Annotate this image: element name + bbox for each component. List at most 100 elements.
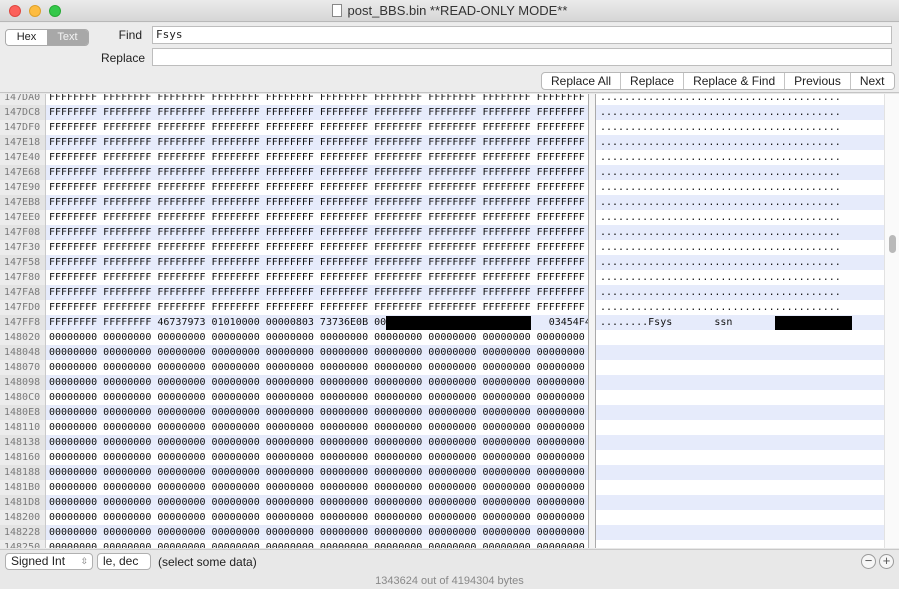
ascii-row[interactable]: ........................................ — [596, 270, 884, 285]
hex-row[interactable]: FFFFFFFF FFFFFFFF FFFFFFFF FFFFFFFF FFFF… — [46, 150, 588, 165]
hex-row[interactable]: FFFFFFFF FFFFFFFF FFFFFFFF FFFFFFFF FFFF… — [46, 94, 588, 105]
hex-row[interactable]: FFFFFFFF FFFFFFFF FFFFFFFF FFFFFFFF FFFF… — [46, 210, 588, 225]
row-offset: 1480C0 — [4, 392, 41, 403]
hex-row[interactable]: FFFFFFFF FFFFFFFF FFFFFFFF FFFFFFFF FFFF… — [46, 195, 588, 210]
ascii-row[interactable] — [596, 405, 884, 420]
ascii-row[interactable]: ........................................ — [596, 94, 884, 105]
ascii-row[interactable] — [596, 390, 884, 405]
ascii-row[interactable]: ........................................ — [596, 255, 884, 270]
redaction-block — [775, 316, 852, 330]
row-offset: 148160 — [4, 452, 41, 463]
hex-row[interactable]: 00000000 00000000 00000000 00000000 0000… — [46, 495, 588, 510]
ascii-row[interactable] — [596, 525, 884, 540]
ascii-row[interactable]: ........................................ — [596, 150, 884, 165]
ascii-row[interactable] — [596, 465, 884, 480]
remove-line-button[interactable]: − — [861, 554, 876, 569]
replace-all-button[interactable]: Replace All — [542, 73, 622, 89]
ascii-row[interactable] — [596, 435, 884, 450]
ascii-row[interactable]: ........................................ — [596, 225, 884, 240]
ascii-row[interactable] — [596, 345, 884, 360]
hex-row[interactable]: 00000000 00000000 00000000 00000000 0000… — [46, 465, 588, 480]
hex-row[interactable]: 00000000 00000000 00000000 00000000 0000… — [46, 360, 588, 375]
selection-value: (select some data) — [158, 555, 257, 569]
hex-row[interactable]: 00000000 00000000 00000000 00000000 0000… — [46, 450, 588, 465]
hex-pane[interactable]: FFFFFFFF FFFFFFFF FFFFFFFF FFFFFFFF FFFF… — [46, 94, 597, 548]
ascii-row[interactable]: ........................................ — [596, 165, 884, 180]
vertical-scrollbar[interactable] — [884, 94, 899, 548]
byte-count-status: 1343624 out of 4194304 bytes — [375, 575, 524, 587]
row-offset: 147DC8 — [0, 105, 45, 120]
row-offset: 147F58 — [0, 255, 45, 270]
hex-row[interactable]: FFFFFFFF FFFFFFFF FFFFFFFF FFFFFFFF FFFF… — [46, 300, 588, 315]
ascii-row[interactable]: ........................................ — [596, 180, 884, 195]
scrollbar-thumb[interactable] — [889, 235, 896, 253]
ascii-row[interactable]: ........................................ — [596, 210, 884, 225]
hex-mode-segment[interactable]: Hex — [6, 30, 47, 45]
hex-row[interactable]: 00000000 00000000 00000000 00000000 0000… — [46, 390, 588, 405]
hex-row[interactable]: 00000000 00000000 00000000 00000000 0000… — [46, 345, 588, 360]
ascii-row[interactable]: ........................................ — [596, 135, 884, 150]
hex-row[interactable]: 00000000 00000000 00000000 00000000 0000… — [46, 435, 588, 450]
find-replace-buttons: Replace All Replace Replace & Find Previ… — [541, 72, 895, 90]
ascii-row[interactable] — [596, 375, 884, 390]
number-format-value: Signed Int — [11, 554, 66, 568]
row-offset: 148138 — [0, 435, 45, 450]
replace-button[interactable]: Replace — [621, 73, 685, 89]
hex-row[interactable]: FFFFFFFF FFFFFFFF FFFFFFFF FFFFFFFF FFFF… — [46, 270, 588, 285]
hex-row[interactable]: FFFFFFFF FFFFFFFF FFFFFFFF FFFFFFFF FFFF… — [46, 135, 588, 150]
row-offset: 147DF0 — [4, 122, 41, 133]
offset-gutter: 147DA0 147DC8 147DF0 147E18 147E40 147E68 147E… — [0, 94, 46, 548]
ascii-row[interactable]: ........................................ — [596, 195, 884, 210]
row-offset: 148020 — [4, 332, 41, 343]
hex-row[interactable]: 00000000 00000000 00000000 00000000 0000… — [46, 510, 588, 525]
ascii-row[interactable] — [596, 450, 884, 465]
row-offset: 148228 — [0, 525, 45, 540]
hex-row[interactable]: 00000000 00000000 00000000 00000000 0000… — [46, 375, 588, 390]
hex-row[interactable]: FFFFFFFF FFFFFFFF FFFFFFFF FFFFFFFF FFFF… — [46, 255, 588, 270]
window-title-text: post_BBS.bin **READ-ONLY MODE** — [347, 3, 568, 18]
ascii-row[interactable] — [596, 510, 884, 525]
find-replace-bar: Hex Text Find Fsys Replace Replace All R… — [0, 23, 899, 93]
ascii-row[interactable] — [596, 360, 884, 375]
hex-row[interactable]: FFFFFFFF FFFFFFFF FFFFFFFF FFFFFFFF FFFF… — [46, 240, 588, 255]
ascii-row[interactable]: ........................................ — [596, 105, 884, 120]
row-offset: 148048 — [0, 345, 45, 360]
redaction-block — [386, 316, 531, 330]
replace-input[interactable] — [152, 48, 892, 66]
ascii-row[interactable] — [596, 420, 884, 435]
pane-divider[interactable] — [588, 94, 596, 548]
hex-row[interactable]: FFFFFFFF FFFFFFFF FFFFFFFF FFFFFFFF FFFF… — [46, 120, 588, 135]
endian-format-popup[interactable]: le, dec — [97, 553, 151, 570]
replace-and-find-button[interactable]: Replace & Find — [684, 73, 786, 89]
ascii-row[interactable] — [596, 480, 884, 495]
previous-button[interactable]: Previous — [785, 73, 851, 89]
ascii-row[interactable]: ........................................ — [596, 300, 884, 315]
ascii-row[interactable]: ........................................ — [596, 120, 884, 135]
hex-row[interactable]: FFFFFFFF FFFFFFFF FFFFFFFF FFFFFFFF FFFF… — [46, 285, 588, 300]
hex-row[interactable]: 00000000 00000000 00000000 00000000 0000… — [46, 405, 588, 420]
hex-text-mode-toggle[interactable]: Hex Text — [5, 29, 89, 46]
hex-row[interactable]: 00000000 00000000 00000000 00000000 0000… — [46, 540, 588, 548]
hex-row[interactable]: 00000000 00000000 00000000 00000000 0000… — [46, 330, 588, 345]
hex-row[interactable]: FFFFFFFF FFFFFFFF FFFFFFFF FFFFFFFF FFFF… — [46, 105, 588, 120]
ascii-row[interactable]: ........................................ — [596, 285, 884, 300]
ascii-pane[interactable]: ........................................… — [596, 94, 884, 548]
find-input[interactable]: Fsys — [152, 26, 892, 44]
find-label: Find — [118, 28, 142, 42]
number-format-popup[interactable]: Signed Int ⇳ — [5, 553, 93, 570]
next-button[interactable]: Next — [851, 73, 894, 89]
add-line-button[interactable]: + — [879, 554, 894, 569]
ascii-row[interactable] — [596, 540, 884, 548]
hex-row[interactable]: FFFFFFFF FFFFFFFF FFFFFFFF FFFFFFFF FFFF… — [46, 180, 588, 195]
ascii-row[interactable] — [596, 495, 884, 510]
plus-icon: + — [882, 553, 891, 568]
hex-row[interactable]: 00000000 00000000 00000000 00000000 0000… — [46, 525, 588, 540]
ascii-row[interactable] — [596, 330, 884, 345]
row-offset: 147E68 — [0, 165, 45, 180]
hex-row[interactable]: 00000000 00000000 00000000 00000000 0000… — [46, 420, 588, 435]
hex-row[interactable]: 00000000 00000000 00000000 00000000 0000… — [46, 480, 588, 495]
ascii-row[interactable]: ........................................ — [596, 240, 884, 255]
window-title: post_BBS.bin **READ-ONLY MODE** — [0, 3, 899, 18]
hex-row[interactable]: FFFFFFFF FFFFFFFF FFFFFFFF FFFFFFFF FFFF… — [46, 165, 588, 180]
hex-row[interactable]: FFFFFFFF FFFFFFFF FFFFFFFF FFFFFFFF FFFF… — [46, 225, 588, 240]
